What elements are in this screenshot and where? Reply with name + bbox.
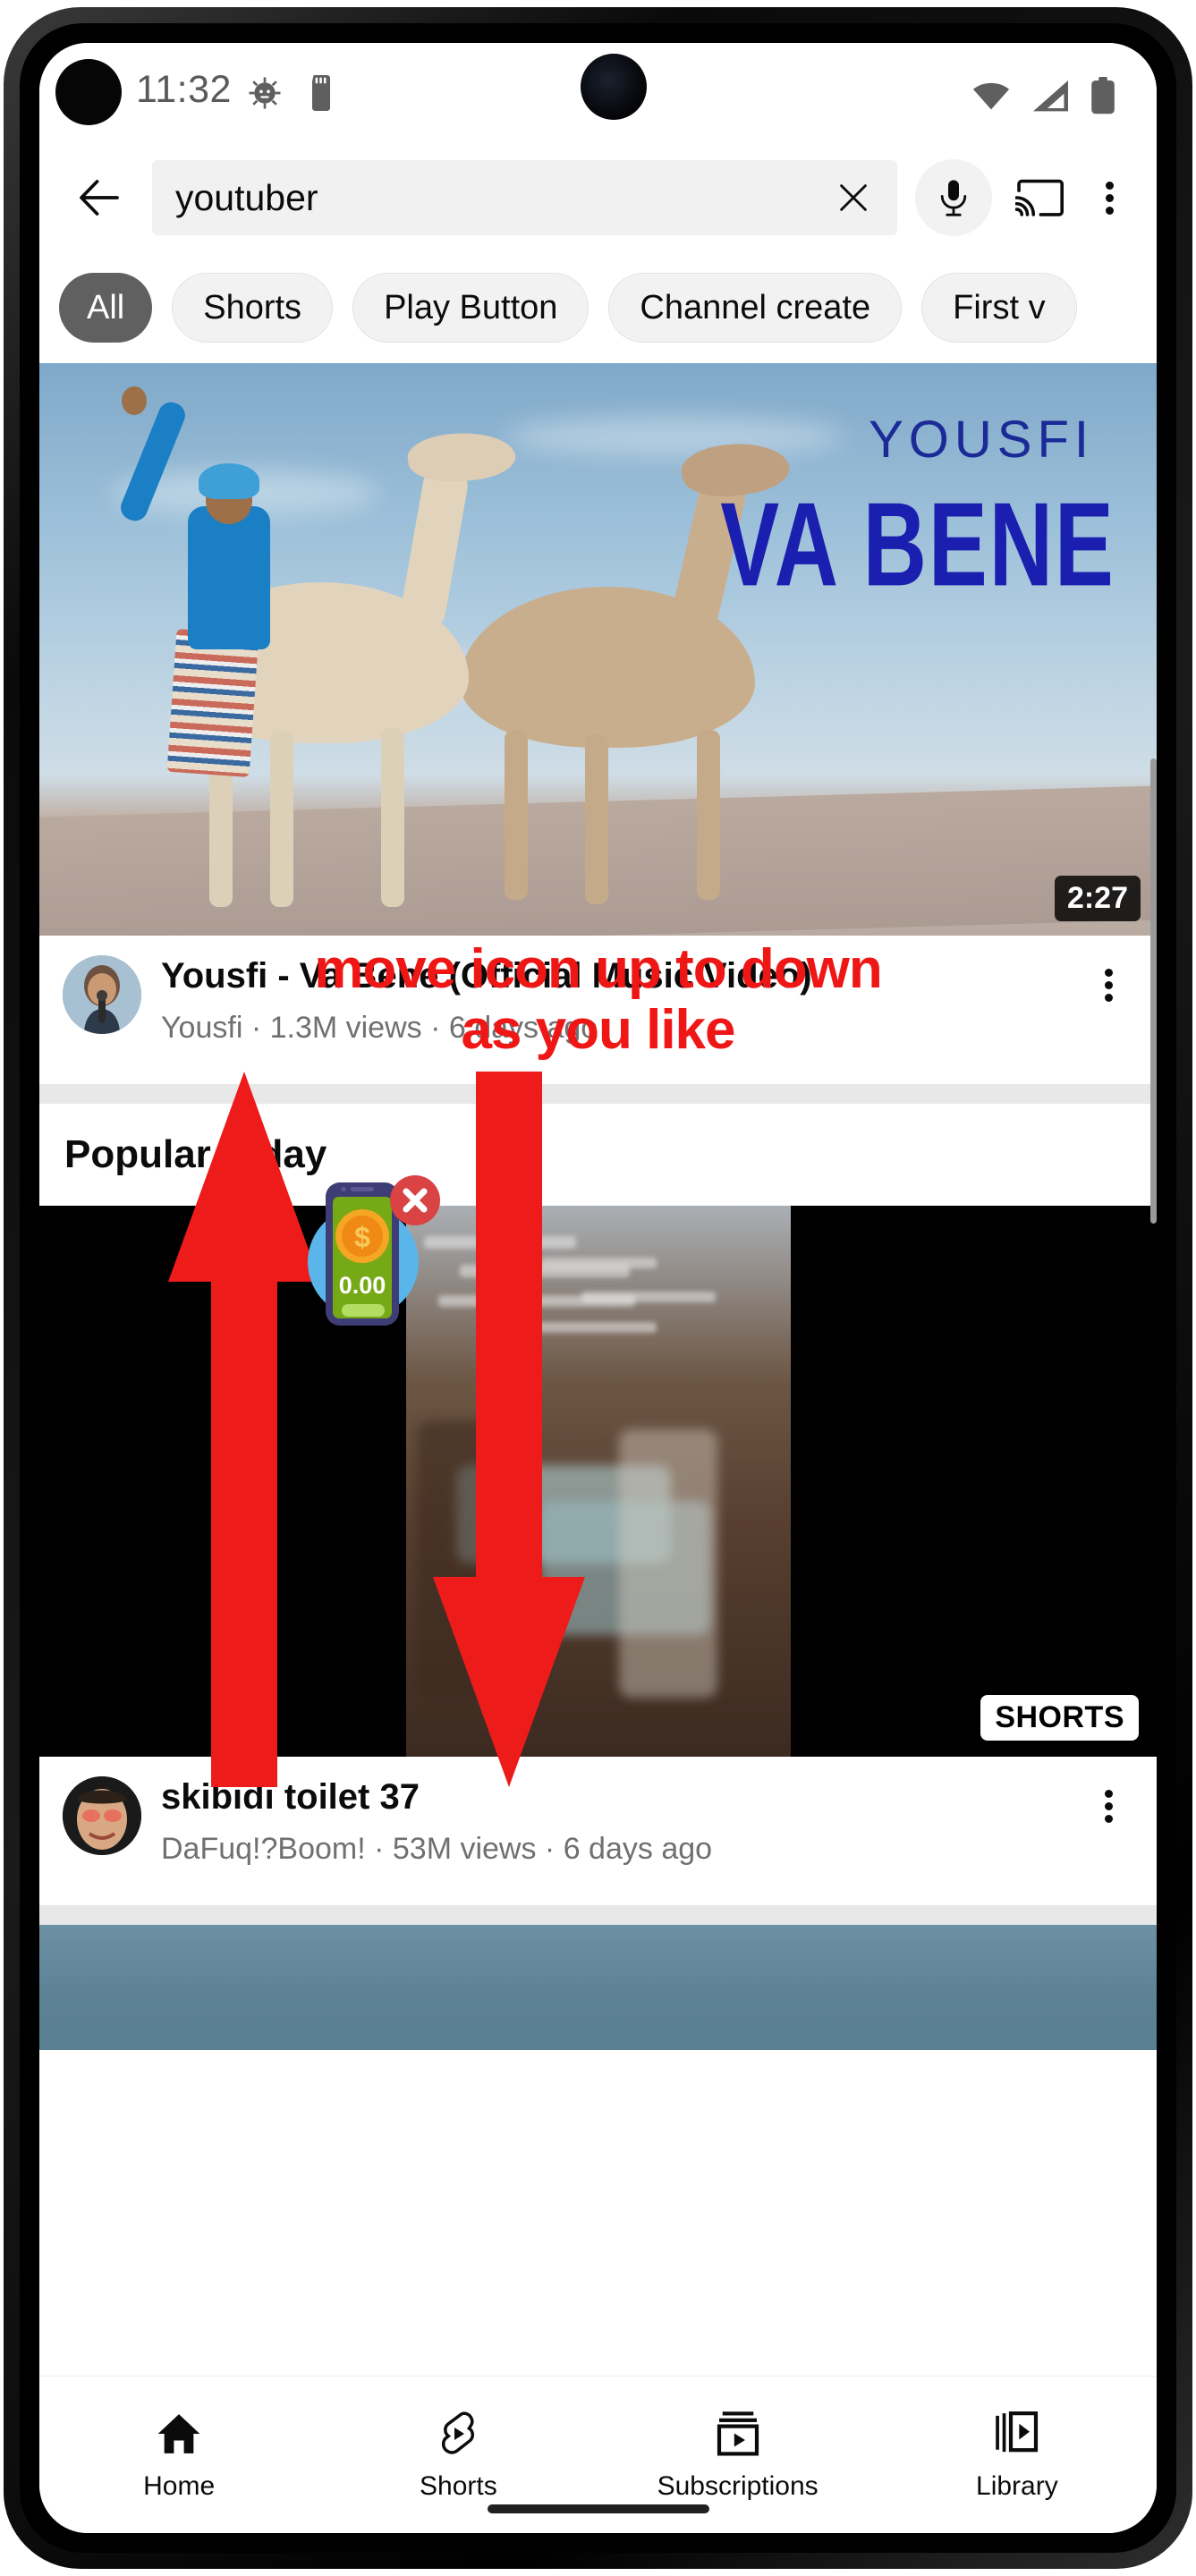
floating-money-widget[interactable]: $ 0.00 bbox=[274, 1168, 453, 1338]
camel-blanket bbox=[166, 628, 259, 778]
arrow-down-annotation bbox=[433, 1072, 585, 1787]
close-widget-button[interactable] bbox=[390, 1175, 440, 1225]
video-meta-text: Yousfi - Va Bene (Official Music Video) … bbox=[141, 955, 1083, 1061]
nav-item-library[interactable]: Library bbox=[878, 2377, 1157, 2533]
nav-label-home: Home bbox=[143, 2470, 216, 2501]
video-row-yousfi[interactable]: Yousfi - Va Bene (Official Music Video) … bbox=[39, 936, 1157, 1084]
dollar-sign-icon: $ bbox=[354, 1221, 370, 1253]
phone-frame: 11:32 youtuber All Shorts Play Button Ch… bbox=[4, 7, 1192, 2569]
next-video-thumbnail-partial[interactable] bbox=[39, 1925, 1157, 2050]
android-debug-icon bbox=[249, 77, 281, 109]
channel-avatar-skibidi[interactable] bbox=[63, 1776, 141, 1855]
camel-leg bbox=[697, 730, 720, 900]
video-title: Yousfi - Va Bene (Official Music Video) bbox=[161, 956, 812, 996]
video-meta-text: skibidi toilet 37 DaFuq!?Boom! · 53M vie… bbox=[141, 1776, 1083, 1882]
rider-body bbox=[188, 506, 270, 649]
widget-amount: 0.00 bbox=[339, 1272, 386, 1299]
camel-leg bbox=[270, 732, 293, 907]
cloud-wisp bbox=[505, 417, 844, 456]
rider-hand bbox=[122, 386, 147, 415]
nav-label-shorts: Shorts bbox=[420, 2470, 497, 2501]
video-more-options-button[interactable] bbox=[1083, 1776, 1133, 1882]
more-options-button[interactable] bbox=[1081, 163, 1137, 233]
library-icon bbox=[996, 2411, 1038, 2452]
search-bar: youtuber bbox=[39, 143, 1157, 252]
shorts-badge: SHORTS bbox=[980, 1695, 1139, 1741]
camel-leg bbox=[585, 734, 608, 904]
nav-label-library: Library bbox=[976, 2470, 1058, 2501]
video-subtitle: DaFuq!?Boom! · 53M views · 6 days ago bbox=[161, 1832, 713, 1866]
status-time: 11:32 bbox=[136, 68, 232, 111]
nav-label-subscriptions: Subscriptions bbox=[657, 2470, 819, 2501]
avatar-image bbox=[63, 1776, 141, 1855]
search-query-text: youtuber bbox=[175, 176, 318, 218]
gesture-navigation-bar[interactable] bbox=[487, 2504, 709, 2513]
video-subtitle: Yousfi · 1.3M views · 6 days ago bbox=[161, 1011, 598, 1045]
clear-search-button[interactable] bbox=[829, 174, 878, 222]
thumbnail-artist-name: YOUSFI bbox=[869, 411, 1094, 469]
shorts-icon bbox=[442, 2411, 475, 2454]
avatar-image bbox=[63, 955, 141, 1034]
cast-button[interactable] bbox=[1005, 163, 1074, 233]
video-thumbnail-yousfi[interactable]: YOUSFI VA BENE 2:27 bbox=[39, 363, 1157, 936]
filter-chip-play-button[interactable]: Play Button bbox=[352, 273, 590, 343]
video-duration-badge: 2:27 bbox=[1054, 876, 1141, 921]
wifi-icon bbox=[972, 82, 1010, 110]
status-icons bbox=[971, 77, 1115, 114]
phone-screen: 11:32 youtuber All Shorts Play Button Ch… bbox=[39, 43, 1157, 2533]
nav-item-home[interactable]: Home bbox=[39, 2377, 318, 2533]
filter-chip-first-video[interactable]: First v bbox=[921, 273, 1077, 343]
back-button[interactable] bbox=[66, 165, 132, 231]
rider-turban bbox=[199, 463, 259, 499]
microphone-icon bbox=[940, 180, 967, 216]
camera-punch-hole-left bbox=[55, 59, 122, 125]
camera-punch-hole-center bbox=[581, 54, 647, 120]
thumbnail-song-title: VA BENE bbox=[720, 479, 1115, 612]
back-arrow-icon bbox=[80, 180, 119, 216]
voice-search-button[interactable] bbox=[915, 159, 992, 236]
bottom-nav-spacer bbox=[39, 2050, 1157, 2207]
channel-avatar-yousfi[interactable] bbox=[63, 955, 141, 1034]
camel-leg bbox=[505, 730, 528, 900]
sd-card-icon bbox=[312, 75, 330, 111]
scrollbar[interactable] bbox=[1150, 758, 1157, 1224]
kebab-icon bbox=[1104, 1785, 1113, 1827]
cast-icon bbox=[1015, 179, 1064, 216]
status-bar: 11:32 bbox=[39, 43, 1157, 143]
cellular-signal-icon bbox=[1033, 80, 1068, 112]
search-input[interactable]: youtuber bbox=[152, 160, 897, 235]
kebab-icon bbox=[1104, 964, 1113, 1006]
kebab-icon bbox=[1105, 177, 1114, 219]
filter-chip-shorts[interactable]: Shorts bbox=[172, 273, 334, 343]
close-icon bbox=[840, 184, 867, 211]
video-more-options-button[interactable] bbox=[1083, 955, 1133, 1061]
home-icon bbox=[157, 2413, 200, 2453]
subscriptions-icon bbox=[717, 2411, 759, 2455]
filter-chip-channel-create[interactable]: Channel create bbox=[608, 273, 903, 343]
filter-chips-row[interactable]: All Shorts Play Button Channel create Fi… bbox=[39, 252, 1157, 363]
section-divider bbox=[39, 1905, 1157, 1925]
filter-chip-all[interactable]: All bbox=[59, 273, 153, 343]
battery-icon bbox=[1091, 77, 1115, 114]
camel-leg bbox=[381, 728, 404, 907]
